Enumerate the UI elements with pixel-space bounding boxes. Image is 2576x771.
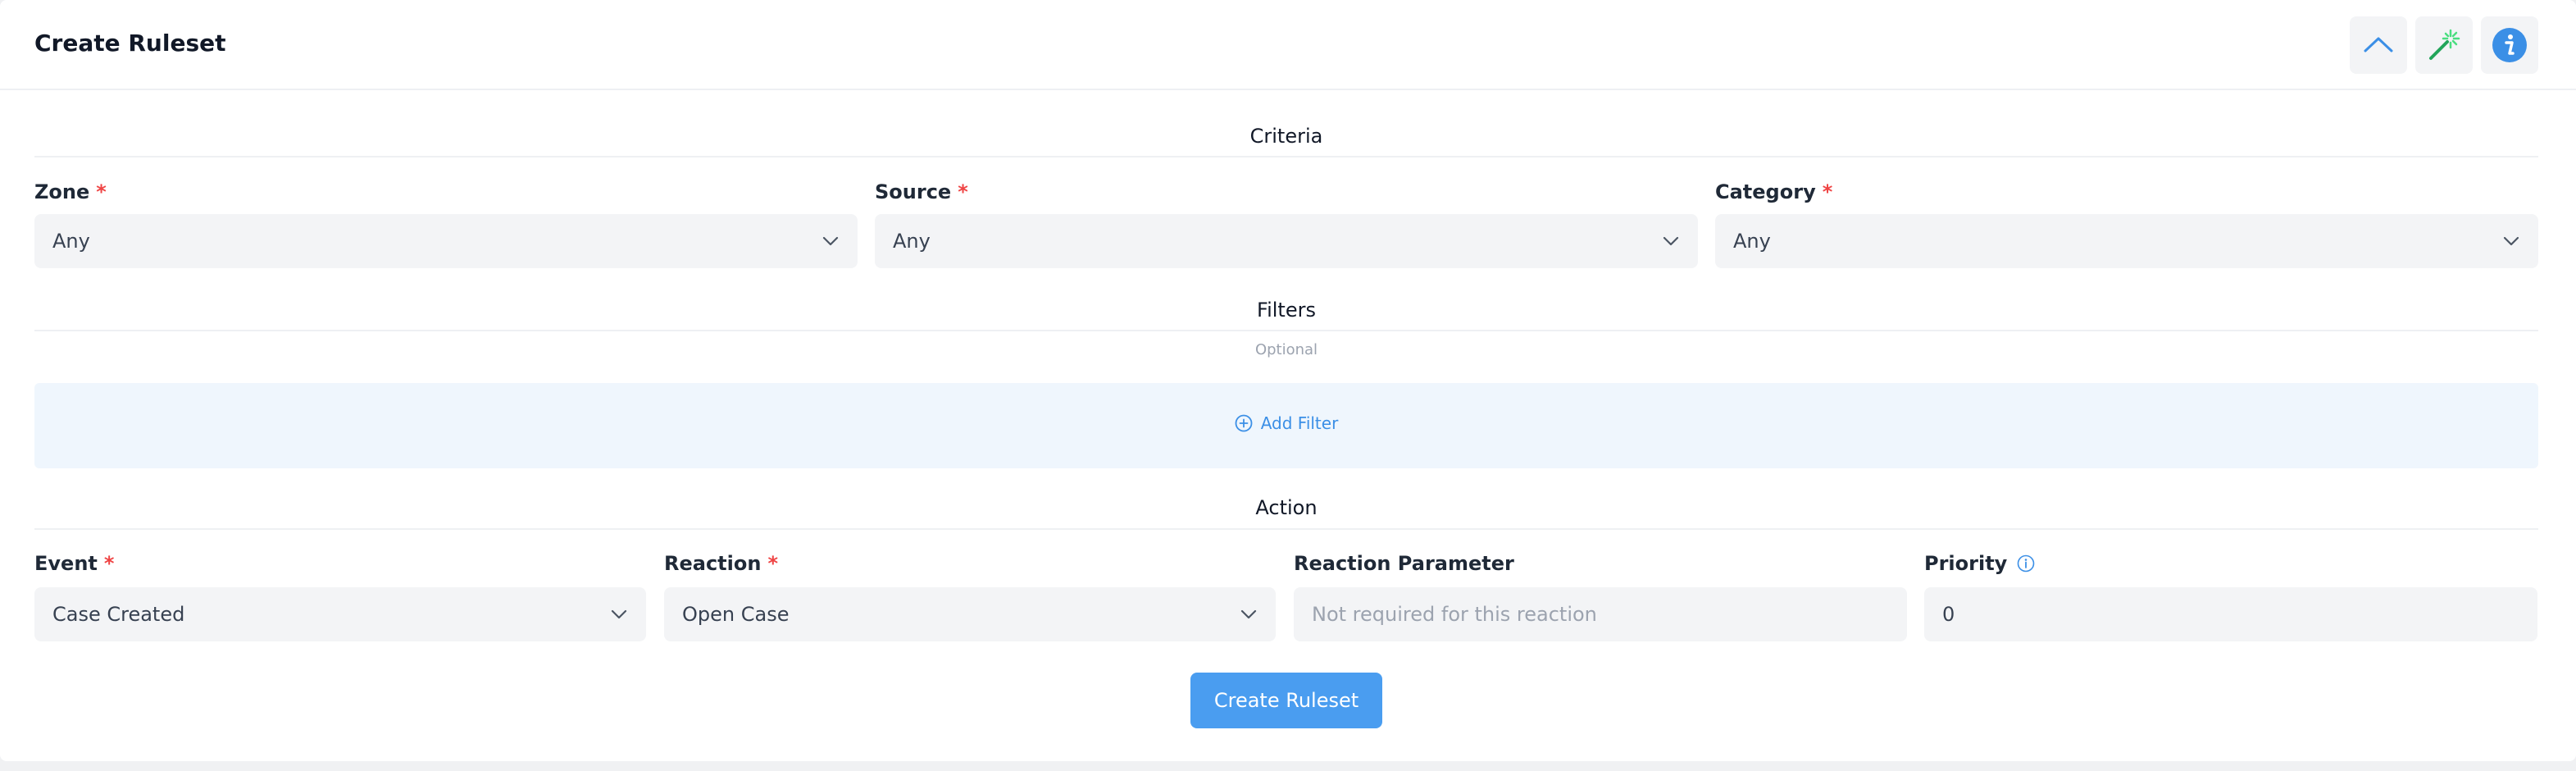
zone-select[interactable]: Any — [34, 214, 858, 268]
category-label-text: Category — [1715, 180, 1816, 203]
chevron-down-icon — [1663, 236, 1679, 246]
plus-circle-icon — [1235, 414, 1253, 432]
reaction-label-text: Reaction — [664, 552, 762, 575]
add-filter-button[interactable]: Add Filter — [34, 413, 2538, 433]
filters-area: Add Filter — [34, 383, 2538, 468]
chevron-down-icon — [1240, 609, 1257, 619]
priority-label-text: Priority — [1924, 552, 2008, 575]
category-select[interactable]: Any — [1715, 214, 2538, 268]
category-label: Category * — [1715, 180, 1832, 203]
reaction-select-value: Open Case — [682, 603, 790, 626]
info-icon — [2492, 28, 2527, 62]
criteria-divider — [34, 156, 2538, 157]
chevron-up-icon — [2364, 37, 2393, 52]
info-button[interactable] — [2481, 16, 2538, 74]
reaction-label: Reaction * — [664, 552, 778, 575]
action-divider — [34, 528, 2538, 530]
required-marker: * — [958, 180, 968, 203]
required-marker: * — [96, 180, 107, 203]
source-select-value: Any — [893, 230, 931, 253]
zone-select-value: Any — [52, 230, 90, 253]
filters-heading: Filters — [1257, 299, 1316, 322]
required-marker: * — [103, 552, 115, 575]
priority-input[interactable] — [1924, 587, 2537, 641]
event-select[interactable]: Case Created — [34, 587, 646, 641]
event-select-value: Case Created — [52, 603, 185, 626]
reaction-parameter-input[interactable] — [1294, 587, 1907, 641]
chevron-down-icon — [822, 236, 839, 246]
create-ruleset-card: Create Ruleset Criteria Zone * Any Sourc… — [0, 0, 2576, 761]
chevron-down-icon — [2503, 236, 2519, 246]
source-label: Source * — [875, 180, 968, 203]
magic-wand-button[interactable] — [2415, 16, 2473, 74]
collapse-button[interactable] — [2350, 16, 2407, 74]
source-label-text: Source — [875, 180, 952, 203]
category-select-value: Any — [1733, 230, 1771, 253]
chevron-down-icon — [611, 609, 627, 619]
zone-label-text: Zone — [34, 180, 90, 203]
criteria-heading: Criteria — [1249, 125, 1323, 148]
event-label-text: Event — [34, 552, 98, 575]
required-marker: * — [1822, 180, 1833, 203]
page-title: Create Ruleset — [34, 30, 226, 57]
required-marker: * — [767, 552, 779, 575]
event-label: Event * — [34, 552, 114, 575]
info-circle-icon[interactable] — [2017, 554, 2035, 573]
add-filter-label: Add Filter — [1260, 413, 1339, 433]
reaction-parameter-label: Reaction Parameter — [1294, 552, 1514, 575]
reaction-select[interactable]: Open Case — [664, 587, 1276, 641]
magic-wand-icon — [2429, 29, 2460, 60]
create-ruleset-button[interactable]: Create Ruleset — [1190, 673, 1382, 728]
source-select[interactable]: Any — [875, 214, 1698, 268]
filters-divider — [34, 330, 2538, 331]
card-header: Create Ruleset — [0, 0, 2576, 90]
action-heading: Action — [1255, 496, 1318, 519]
zone-label: Zone * — [34, 180, 107, 203]
priority-label: Priority — [1924, 552, 2035, 575]
filters-optional-note: Optional — [1254, 341, 1318, 358]
